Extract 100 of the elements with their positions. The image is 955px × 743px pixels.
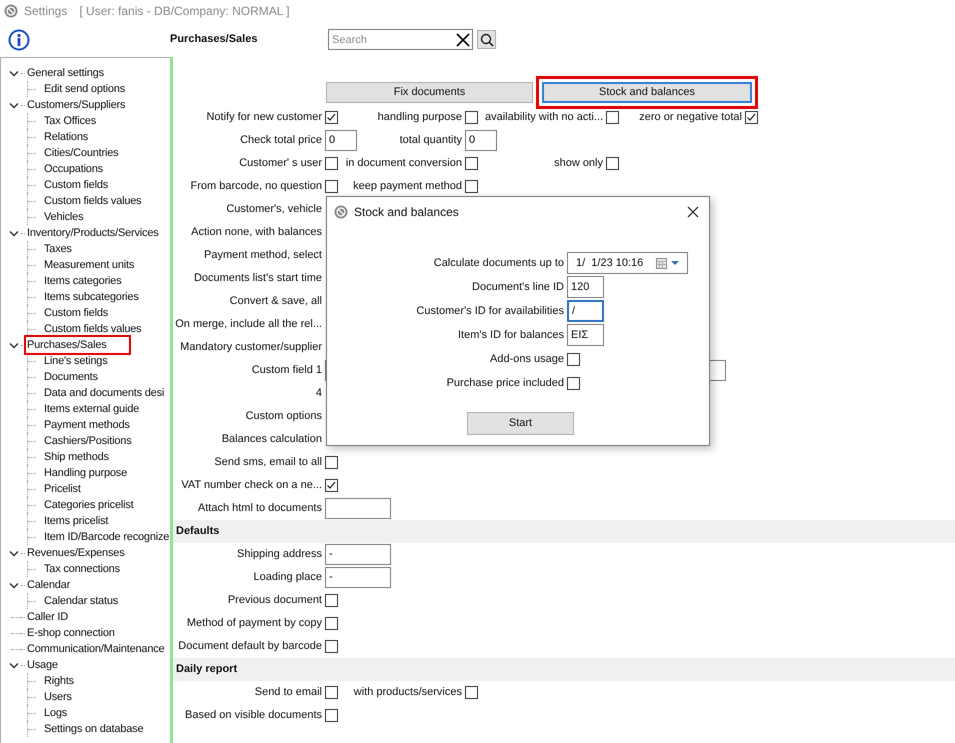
- tree-item[interactable]: Settings on database: [44, 720, 144, 738]
- text-field[interactable]: -: [325, 544, 391, 565]
- tree-item[interactable]: Items subcategories: [44, 288, 139, 306]
- field-label: keep payment method: [353, 179, 462, 194]
- checkbox[interactable]: [567, 376, 580, 390]
- checkbox[interactable]: [606, 111, 619, 124]
- tree-item[interactable]: Items external guide: [44, 400, 140, 418]
- text-field[interactable]: 120: [567, 276, 604, 298]
- field-label: Mandatory customer/supplier: [180, 340, 322, 356]
- tree-item[interactable]: Calendar: [26, 576, 72, 594]
- collapse-caret-icon[interactable]: [9, 660, 19, 670]
- checkbox[interactable]: [325, 180, 338, 193]
- tree-item[interactable]: Items pricelist: [44, 512, 108, 530]
- tree-item[interactable]: Inventory/Products/Services: [26, 224, 160, 242]
- tree-item[interactable]: Usage: [26, 656, 59, 674]
- info-icon[interactable]: [8, 28, 30, 50]
- tree-item[interactable]: Purchases/Sales: [26, 336, 129, 354]
- text-field[interactable]: [325, 498, 391, 519]
- collapse-caret-icon[interactable]: [9, 580, 19, 590]
- collapse-caret-icon[interactable]: [9, 100, 19, 110]
- checkbox[interactable]: [325, 111, 338, 124]
- field-label: Customer's ID for availabilities: [416, 304, 564, 319]
- checkbox[interactable]: [325, 617, 338, 630]
- tree-item[interactable]: Vehicles: [44, 208, 84, 226]
- tree-item[interactable]: Ship methods: [44, 448, 109, 466]
- field-label: Based on visible documents: [185, 708, 322, 724]
- tree-item[interactable]: E-shop connection: [26, 624, 116, 642]
- checkbox[interactable]: [325, 456, 338, 469]
- checkbox[interactable]: [465, 111, 478, 124]
- field-label: VAT number check on a ne...: [181, 478, 322, 494]
- tree-item[interactable]: Tax connections: [44, 560, 120, 578]
- tree-item[interactable]: Occupations: [44, 160, 103, 178]
- tree-item[interactable]: Data and documents desi: [44, 384, 164, 402]
- tree-item[interactable]: Calendar status: [44, 592, 118, 610]
- checkbox[interactable]: [325, 686, 338, 699]
- checkbox[interactable]: [325, 157, 338, 170]
- collapse-caret-icon[interactable]: [9, 548, 19, 558]
- text-field[interactable]: -: [325, 567, 391, 588]
- tree-item[interactable]: Logs: [44, 704, 68, 722]
- field-label: Document default by barcode: [178, 639, 322, 654]
- checkbox[interactable]: [325, 640, 338, 653]
- field-label: Action none, with balances: [191, 225, 322, 240]
- close-icon[interactable]: [687, 206, 699, 218]
- checkbox[interactable]: [465, 180, 478, 193]
- checkbox[interactable]: [567, 352, 580, 366]
- search-button[interactable]: [477, 30, 496, 49]
- tree-item[interactable]: Relations: [44, 128, 88, 146]
- tree-item[interactable]: Tax Offices: [44, 112, 96, 130]
- tree-item[interactable]: Pricelist: [44, 480, 81, 498]
- collapse-caret-icon[interactable]: [9, 68, 19, 78]
- field-label: Shipping address: [236, 547, 322, 562]
- tree-item[interactable]: Users: [44, 688, 72, 706]
- clear-icon[interactable]: [455, 32, 470, 47]
- checkbox[interactable]: [325, 479, 338, 492]
- field-label: availability with no acti...: [485, 110, 603, 126]
- collapse-caret-icon[interactable]: [9, 228, 19, 238]
- tree-item[interactable]: Custom fields: [44, 176, 108, 194]
- tree-item[interactable]: Item ID/Barcode recognize: [44, 528, 170, 546]
- field-label: zero or negative total: [639, 110, 742, 126]
- tree-item[interactable]: Caller ID: [26, 608, 69, 626]
- field-label: Document's line ID: [472, 280, 564, 295]
- tree-item[interactable]: Customers/Suppliers: [26, 96, 126, 114]
- tree-item[interactable]: Measurement units: [44, 256, 134, 274]
- tree-item[interactable]: Revenues/Expenses: [26, 544, 126, 562]
- check-icon: [746, 112, 757, 123]
- action-button[interactable]: Fix documents: [326, 82, 533, 103]
- field-label: Calculate documents up to: [434, 256, 564, 271]
- tree-item[interactable]: Taxes: [44, 240, 72, 258]
- date-field[interactable]: 1/ 1/23 10:16: [567, 252, 688, 274]
- text-field[interactable]: 0: [465, 130, 497, 151]
- tree-item[interactable]: Communication/Maintenance: [26, 640, 166, 658]
- checkbox[interactable]: [325, 594, 338, 607]
- text-field[interactable]: /: [567, 300, 604, 322]
- checkbox[interactable]: [745, 111, 758, 124]
- checkbox[interactable]: [465, 157, 478, 170]
- tree-item[interactable]: General settings: [26, 64, 105, 82]
- start-button[interactable]: Start: [467, 412, 574, 435]
- tree-item[interactable]: Categories pricelist: [44, 496, 134, 514]
- text-field[interactable]: 0: [325, 130, 357, 151]
- text-field[interactable]: ΕΙΣ: [567, 324, 604, 346]
- tree-item[interactable]: Edit send options: [44, 80, 125, 98]
- tree-item[interactable]: Payment methods: [44, 416, 130, 434]
- tree-item[interactable]: Items categories: [44, 272, 122, 290]
- tree-item[interactable]: Cities/Countries: [44, 144, 118, 162]
- tree-item[interactable]: Rights: [44, 672, 74, 690]
- tree-item[interactable]: Custom fields values: [44, 320, 142, 338]
- tree-item[interactable]: Custom fields values: [44, 192, 142, 210]
- checkbox[interactable]: [325, 709, 338, 722]
- tree-item[interactable]: Custom fields: [44, 304, 108, 322]
- field-label: Send sms, email to all: [214, 455, 322, 470]
- collapse-caret-icon[interactable]: [9, 340, 19, 350]
- search-field[interactable]: Search: [328, 29, 473, 50]
- dropdown-caret-icon[interactable]: [671, 261, 679, 265]
- tree-item[interactable]: Line's setings: [44, 352, 108, 370]
- tree-item[interactable]: Cashiers/Positions: [44, 432, 132, 450]
- checkbox[interactable]: [606, 157, 619, 170]
- calendar-icon[interactable]: [656, 258, 667, 268]
- tree-item[interactable]: Documents: [44, 368, 98, 386]
- tree-item[interactable]: Handling purpose: [44, 464, 128, 482]
- checkbox[interactable]: [465, 686, 478, 699]
